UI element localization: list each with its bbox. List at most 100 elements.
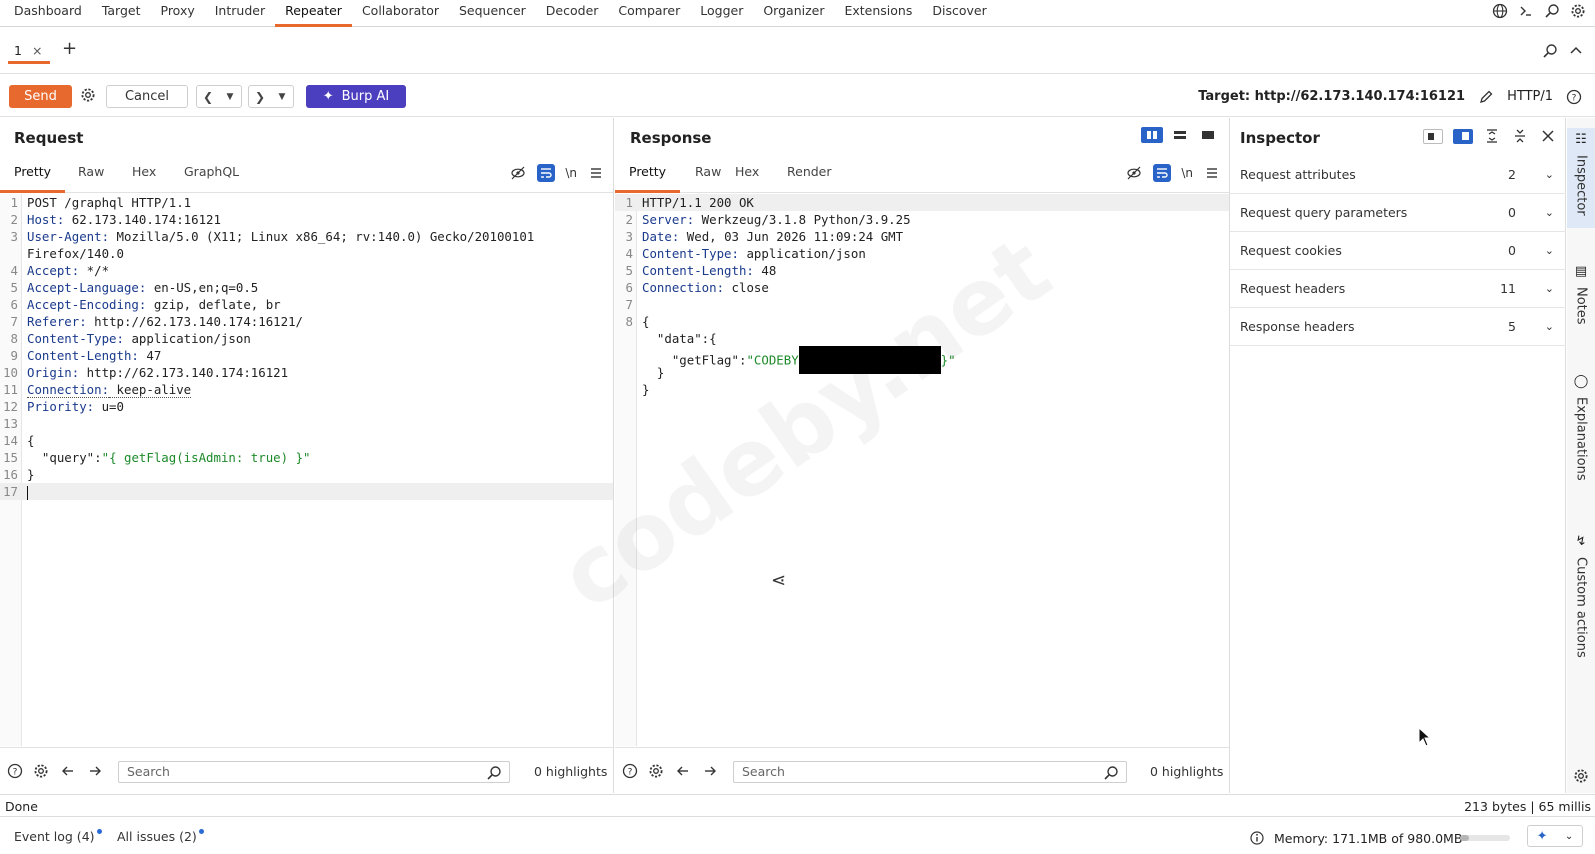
nav-item-extensions[interactable]: Extensions	[834, 0, 922, 27]
collapse-all-icon[interactable]	[1511, 127, 1529, 145]
arrow-right-icon[interactable]	[701, 762, 719, 780]
inspector-row-request-headers[interactable]: Request headers 11 ⌄	[1230, 270, 1566, 308]
eye-off-icon[interactable]	[1125, 164, 1143, 182]
nav-item-decoder[interactable]: Decoder	[536, 0, 609, 27]
eye-off-icon[interactable]	[509, 164, 527, 182]
status-text: Done	[5, 799, 38, 814]
line-number: 15	[3, 450, 18, 465]
nav-item-target[interactable]: Target	[92, 0, 151, 27]
line-text: Connection: close	[642, 279, 769, 296]
help-icon[interactable]: ?	[1565, 88, 1583, 106]
line-text: POST /graphql HTTP/1.1	[27, 194, 191, 211]
event-log-link[interactable]: Event log (4)	[14, 829, 102, 844]
arrow-left-icon[interactable]	[674, 762, 692, 780]
chevron-down-icon[interactable]: ⌄	[1545, 206, 1554, 219]
tab-pretty[interactable]: Pretty	[615, 158, 681, 193]
nav-item-intruder[interactable]: Intruder	[205, 0, 275, 27]
close-icon[interactable]: ×	[32, 43, 42, 58]
pencil-icon[interactable]	[1477, 88, 1495, 106]
repeater-tab-1[interactable]: 1 ×	[8, 40, 50, 64]
globe-icon[interactable]	[1491, 2, 1509, 20]
burp-ai-button[interactable]: ✦ Burp AI	[306, 85, 406, 108]
inspector-layout-right-icon[interactable]	[1453, 128, 1473, 144]
inspector-row-response-headers[interactable]: Response headers 5 ⌄	[1230, 308, 1566, 346]
nav-item-comparer[interactable]: Comparer	[608, 0, 690, 27]
newline-icon[interactable]: \n	[565, 166, 577, 180]
chevron-left-icon[interactable]: ❮	[197, 90, 219, 104]
chevron-down-icon[interactable]: ⌄	[1545, 168, 1554, 181]
inspector-layout-left-icon[interactable]	[1423, 128, 1443, 144]
request-editor[interactable]: 1 POST /graphql HTTP/1.1 2 Host: 62.173.140…	[0, 194, 613, 746]
nav-item-sequencer[interactable]: Sequencer	[449, 0, 536, 27]
nav-item-logger[interactable]: Logger	[690, 0, 753, 27]
arrow-left-icon[interactable]	[59, 762, 77, 780]
chevron-up-icon[interactable]	[1567, 42, 1585, 60]
search-icon[interactable]	[1543, 2, 1561, 20]
side-tab-inspector[interactable]: ☷ Inspector	[1567, 128, 1595, 228]
add-tab-button[interactable]: +	[62, 38, 77, 59]
inspector-row-request-cookies[interactable]: Request cookies 0 ⌄	[1230, 232, 1566, 270]
terminal-icon[interactable]	[1517, 2, 1535, 20]
wrap-lines-icon[interactable]	[1153, 164, 1172, 182]
side-tab-label: Explanations	[1573, 397, 1589, 481]
side-tab-custom-actions[interactable]: ↯ Custom actions	[1567, 534, 1595, 684]
chevron-down-icon[interactable]: ⌄	[1545, 282, 1554, 295]
cancel-button[interactable]: Cancel	[106, 85, 188, 108]
chevron-down-icon[interactable]: ▼	[271, 92, 293, 102]
nav-item-discover[interactable]: Discover	[922, 0, 996, 27]
plain-text: }	[642, 382, 650, 397]
chevron-down-icon[interactable]: ⌄	[1545, 320, 1554, 333]
layout-single-icon[interactable]	[1197, 127, 1219, 143]
response-editor[interactable]: 1 HTTP/1.1 200 OK 2 Server: Werkzeug/3.1.8 …	[615, 194, 1229, 746]
chevron-down-icon[interactable]: ▼	[219, 92, 241, 102]
nav-item-organizer[interactable]: Organizer	[753, 0, 834, 27]
tab-graphql[interactable]: GraphQL	[170, 158, 253, 193]
menu-icon[interactable]	[587, 164, 605, 182]
chevron-down-icon[interactable]: ⌄	[1545, 244, 1554, 257]
side-tab-explanations[interactable]: ◯ Explanations	[1567, 374, 1595, 504]
protocol-label[interactable]: HTTP/1	[1507, 89, 1553, 104]
all-issues-link[interactable]: All issues (2)	[117, 829, 204, 844]
send-button[interactable]: Send	[9, 85, 72, 108]
nav-item-proxy[interactable]: Proxy	[151, 0, 205, 27]
nav-item-collaborator[interactable]: Collaborator	[352, 0, 449, 27]
gear-icon[interactable]	[647, 762, 665, 780]
header-name: User-Agent:	[27, 229, 110, 244]
gear-icon[interactable]	[1569, 2, 1587, 20]
request-search-input[interactable]: Search	[118, 761, 510, 783]
help-icon[interactable]: ?	[621, 762, 639, 780]
menu-icon[interactable]	[1203, 164, 1221, 182]
response-tabs: Pretty Raw Hex Render \n	[615, 158, 1229, 193]
tab-raw[interactable]: Raw	[64, 158, 118, 193]
gear-icon[interactable]	[1572, 767, 1590, 785]
tab-pretty[interactable]: Pretty	[0, 158, 66, 193]
arrow-right-icon[interactable]	[86, 762, 104, 780]
newline-icon[interactable]: \n	[1181, 166, 1193, 180]
wrap-lines-icon[interactable]	[537, 164, 556, 182]
request-title: Request	[14, 129, 84, 147]
line-text: "query":"{ getFlag(isAdmin: true) }"	[27, 449, 311, 466]
expand-all-icon[interactable]	[1483, 127, 1501, 145]
tab-render[interactable]: Render	[773, 158, 846, 193]
layout-stacked-icon[interactable]	[1169, 127, 1191, 143]
inspector-row-request-query-parameters[interactable]: Request query parameters 0 ⌄	[1230, 194, 1566, 232]
nav-item-dashboard[interactable]: Dashboard	[4, 0, 92, 27]
history-forward-group: ❯ ▼	[248, 85, 294, 108]
line-text: Accept: */*	[27, 262, 109, 279]
gear-icon[interactable]	[79, 86, 97, 104]
nav-item-repeater[interactable]: Repeater	[275, 0, 352, 27]
tab-hex[interactable]: Hex	[118, 158, 170, 193]
search-icon[interactable]	[1541, 42, 1559, 60]
help-icon[interactable]: ?	[6, 762, 24, 780]
gear-icon[interactable]	[32, 762, 50, 780]
ai-menu-button[interactable]: ✦ ⌄	[1527, 825, 1583, 847]
search-icon	[485, 764, 503, 782]
side-tab-notes[interactable]: ▤ Notes	[1567, 264, 1595, 344]
response-search-input[interactable]: Search	[733, 761, 1127, 783]
line-text: Referer: http://62.173.140.174:16121/	[27, 313, 303, 330]
layout-split-icon[interactable]	[1141, 127, 1163, 143]
close-icon[interactable]	[1539, 127, 1557, 145]
chevron-right-icon[interactable]: ❯	[249, 90, 271, 104]
inspector-row-request-attributes[interactable]: Request attributes 2 ⌄	[1230, 156, 1566, 194]
tab-hex[interactable]: Hex	[721, 158, 773, 193]
